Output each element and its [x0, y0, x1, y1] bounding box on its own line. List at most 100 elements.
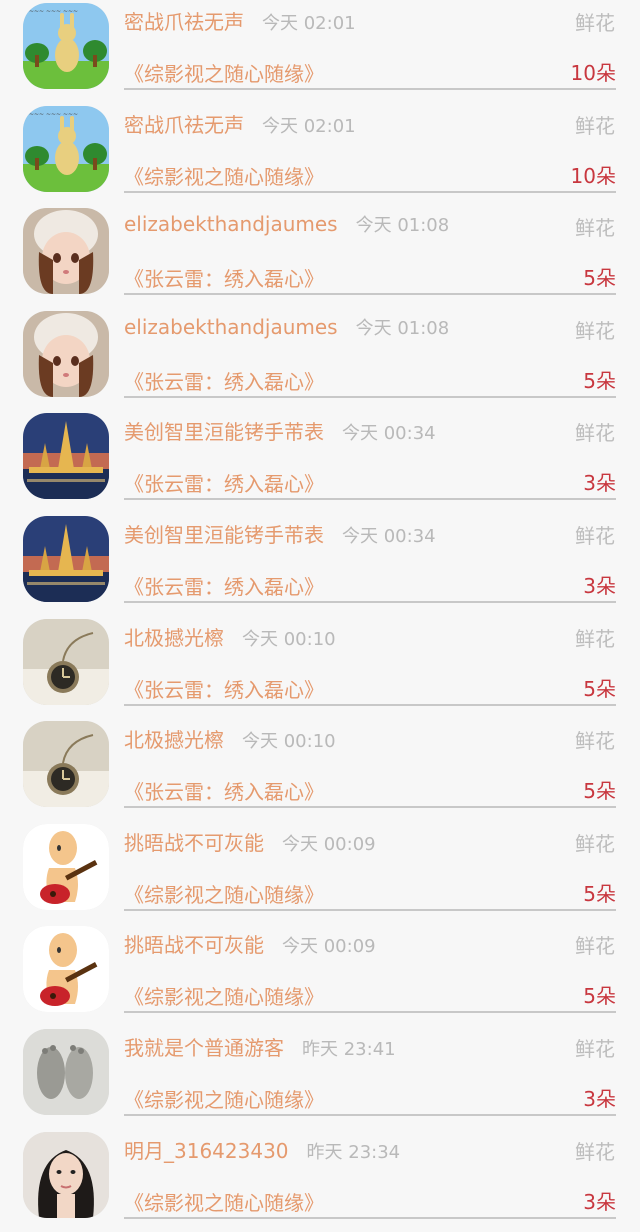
- gift-record-row[interactable]: 挑晤战不可灰能 今天 00:09 鲜花《综影视之随心随缘》 5朵: [0, 923, 640, 1026]
- gift-count: 3朵: [583, 1087, 616, 1111]
- user-avatar[interactable]: [23, 1131, 109, 1218]
- user-name-line: 挑晤战不可灰能 今天 00:09: [124, 929, 376, 958]
- gift-record-row[interactable]: 美创智里洹能铐手芾表 今天 00:34 鲜花《张云雷：绣入磊心》 3朵: [0, 513, 640, 616]
- book-title-link[interactable]: 《张云雷：绣入磊心》: [124, 366, 324, 395]
- user-name[interactable]: 挑晤战不可灰能: [124, 831, 264, 855]
- user-avatar[interactable]: [23, 618, 109, 705]
- gift-count: 5朵: [583, 984, 616, 1009]
- gift-count: 3朵: [583, 471, 616, 496]
- gift-time: 今天 00:34: [342, 423, 436, 445]
- book-title-link[interactable]: 《综影视之随心随缘》: [124, 161, 324, 190]
- gift-record-row[interactable]: ~~~ ~~~ ~~~ 密战爪祛无声 今天 02:01 鲜花《综影视之随心随缘》 10朵: [0, 0, 640, 103]
- gift-count: 5朵: [583, 881, 616, 906]
- user-name-line: 密战爪祛无声 今天 02:01: [124, 109, 356, 138]
- row-divider: [124, 293, 616, 296]
- gift-record-row[interactable]: elizabekthandjaumes 今天 01:08 鲜花《张云雷：绣入磊心》 5…: [0, 308, 640, 411]
- user-name[interactable]: elizabekthandjaumes: [124, 212, 338, 236]
- gift-type-label: 鲜花: [575, 626, 615, 651]
- row-divider: [124, 190, 616, 193]
- book-title-link[interactable]: 《综影视之随心随缘》: [124, 1187, 324, 1216]
- row-divider: [124, 395, 616, 398]
- user-name-line: 明月_316423430 昨天 23:34: [124, 1135, 400, 1164]
- book-title-link[interactable]: 《张云雷：绣入磊心》: [124, 263, 324, 292]
- book-title-link[interactable]: 《综影视之随心随缘》: [124, 879, 324, 908]
- gift-type-label: 鲜花: [575, 216, 615, 241]
- user-name[interactable]: 挑晤战不可灰能: [124, 933, 264, 957]
- gift-time: 今天 00:10: [242, 731, 336, 753]
- gift-time: 今天 00:10: [242, 628, 336, 650]
- gift-record-row[interactable]: 北极撼光檫 今天 00:10 鲜花《张云雷：绣入磊心》 5朵: [0, 616, 640, 719]
- user-avatar[interactable]: [23, 721, 109, 808]
- gift-time: 今天 02:01: [262, 115, 356, 137]
- user-name[interactable]: 北极撼光檫: [124, 728, 224, 752]
- user-avatar[interactable]: [23, 208, 109, 295]
- gift-record-row[interactable]: ~~~ ~~~ ~~~ 密战爪祛无声 今天 02:01 鲜花《综影视之随心随缘》 10朵: [0, 103, 640, 206]
- user-avatar[interactable]: [23, 516, 109, 602]
- user-avatar[interactable]: [23, 310, 109, 397]
- user-avatar[interactable]: ~~~ ~~~ ~~~: [23, 105, 109, 192]
- user-name-line: 北极撼光檫 今天 00:10: [124, 622, 336, 651]
- user-name[interactable]: 北极撼光檫: [124, 626, 224, 650]
- gift-record-row[interactable]: 明月_316423430 昨天 23:34 鲜花《综影视之随心随缘》 3朵: [0, 1129, 640, 1232]
- gift-time: 昨天 23:41: [302, 1039, 396, 1060]
- gift-time: 今天 01:08: [355, 317, 450, 339]
- row-divider: [124, 1114, 616, 1116]
- user-avatar[interactable]: [23, 1029, 109, 1115]
- user-name-line: elizabekthandjaumes 今天 01:08: [124, 211, 449, 237]
- book-title-link[interactable]: 《综影视之随心随缘》: [124, 1084, 324, 1113]
- book-title-link[interactable]: 《综影视之随心随缘》: [124, 58, 324, 87]
- user-avatar[interactable]: [23, 413, 109, 500]
- user-name-line: elizabekthandjaumes 今天 01:08: [124, 314, 449, 340]
- user-name[interactable]: elizabekthandjaumes: [124, 315, 338, 339]
- gift-type-label: 鲜花: [575, 729, 615, 754]
- gift-record-row[interactable]: 挑晤战不可灰能 今天 00:09 鲜花《综影视之随心随缘》 5朵: [0, 821, 640, 924]
- gift-count: 5朵: [583, 266, 616, 291]
- user-name-line: 挑晤战不可灰能 今天 00:09: [124, 827, 376, 856]
- gift-type-label: 鲜花: [575, 831, 615, 856]
- gift-record-row[interactable]: 北极撼光檫 今天 00:10 鲜花《张云雷：绣入磊心》 5朵: [0, 718, 640, 821]
- gift-record-row[interactable]: 我就是个普通游客 昨天 23:41 鲜花 《综影视之随心随缘》 3朵: [0, 1026, 640, 1129]
- book-title-link[interactable]: 《张云雷：绣入磊心》: [124, 571, 324, 600]
- row-divider: [124, 1216, 616, 1219]
- user-name[interactable]: 密战爪祛无声: [124, 10, 244, 34]
- book-title-link[interactable]: 《张云雷：绣入磊心》: [124, 468, 324, 497]
- gift-type-label: 鲜花: [575, 113, 615, 138]
- gift-type-label: 鲜花: [575, 1139, 615, 1164]
- row-divider: [124, 908, 616, 911]
- gift-type-label: 鲜花: [575, 421, 615, 446]
- user-name[interactable]: 明月_316423430: [124, 1139, 289, 1163]
- gift-count: 10朵: [570, 163, 616, 188]
- gift-type-label: 鲜花: [575, 11, 615, 35]
- svg-text:~~~ ~~~ ~~~: ~~~ ~~~ ~~~: [29, 8, 78, 15]
- user-name[interactable]: 美创智里洹能铐手芾表: [124, 420, 324, 444]
- svg-text:~~~ ~~~ ~~~: ~~~ ~~~ ~~~: [29, 111, 78, 118]
- user-name[interactable]: 密战爪祛无声: [124, 113, 244, 137]
- gift-count: 10朵: [570, 61, 616, 85]
- gift-time: 今天 00:34: [342, 526, 436, 547]
- gift-count: 3朵: [583, 1189, 616, 1214]
- user-name[interactable]: 美创智里洹能铐手芾表: [124, 523, 324, 547]
- gift-type-label: 鲜花: [575, 318, 615, 343]
- user-avatar[interactable]: ~~~ ~~~ ~~~: [23, 3, 109, 89]
- user-avatar[interactable]: [23, 926, 109, 1013]
- gift-time: 昨天 23:34: [306, 1141, 401, 1163]
- book-title-link[interactable]: 《张云雷：绣入磊心》: [124, 776, 324, 805]
- gift-record-row[interactable]: elizabekthandjaumes 今天 01:08 鲜花《张云雷：绣入磊心》 5…: [0, 205, 640, 308]
- row-divider: [124, 498, 616, 501]
- user-name-line: 密战爪祛无声 今天 02:01: [124, 6, 356, 35]
- gift-count: 5朵: [583, 676, 616, 701]
- user-name-line: 北极撼光檫 今天 00:10: [124, 724, 336, 753]
- user-name-line: 我就是个普通游客 昨天 23:41: [124, 1032, 396, 1061]
- gift-count: 5朵: [583, 368, 616, 393]
- row-divider: [124, 88, 616, 90]
- gift-count: 5朵: [583, 779, 616, 804]
- gift-count: 3朵: [583, 574, 616, 598]
- book-title-link[interactable]: 《张云雷：绣入磊心》: [124, 674, 324, 703]
- user-name[interactable]: 我就是个普通游客: [124, 1036, 284, 1060]
- user-avatar[interactable]: [23, 823, 109, 910]
- gift-time: 今天 01:08: [355, 215, 450, 237]
- gift-type-label: 鲜花: [575, 934, 615, 959]
- book-title-link[interactable]: 《综影视之随心随缘》: [124, 981, 324, 1010]
- gift-record-row[interactable]: 美创智里洹能铐手芾表 今天 00:34 鲜花《张云雷：绣入磊心》 3朵: [0, 410, 640, 513]
- gift-type-label: 鲜花: [575, 524, 615, 548]
